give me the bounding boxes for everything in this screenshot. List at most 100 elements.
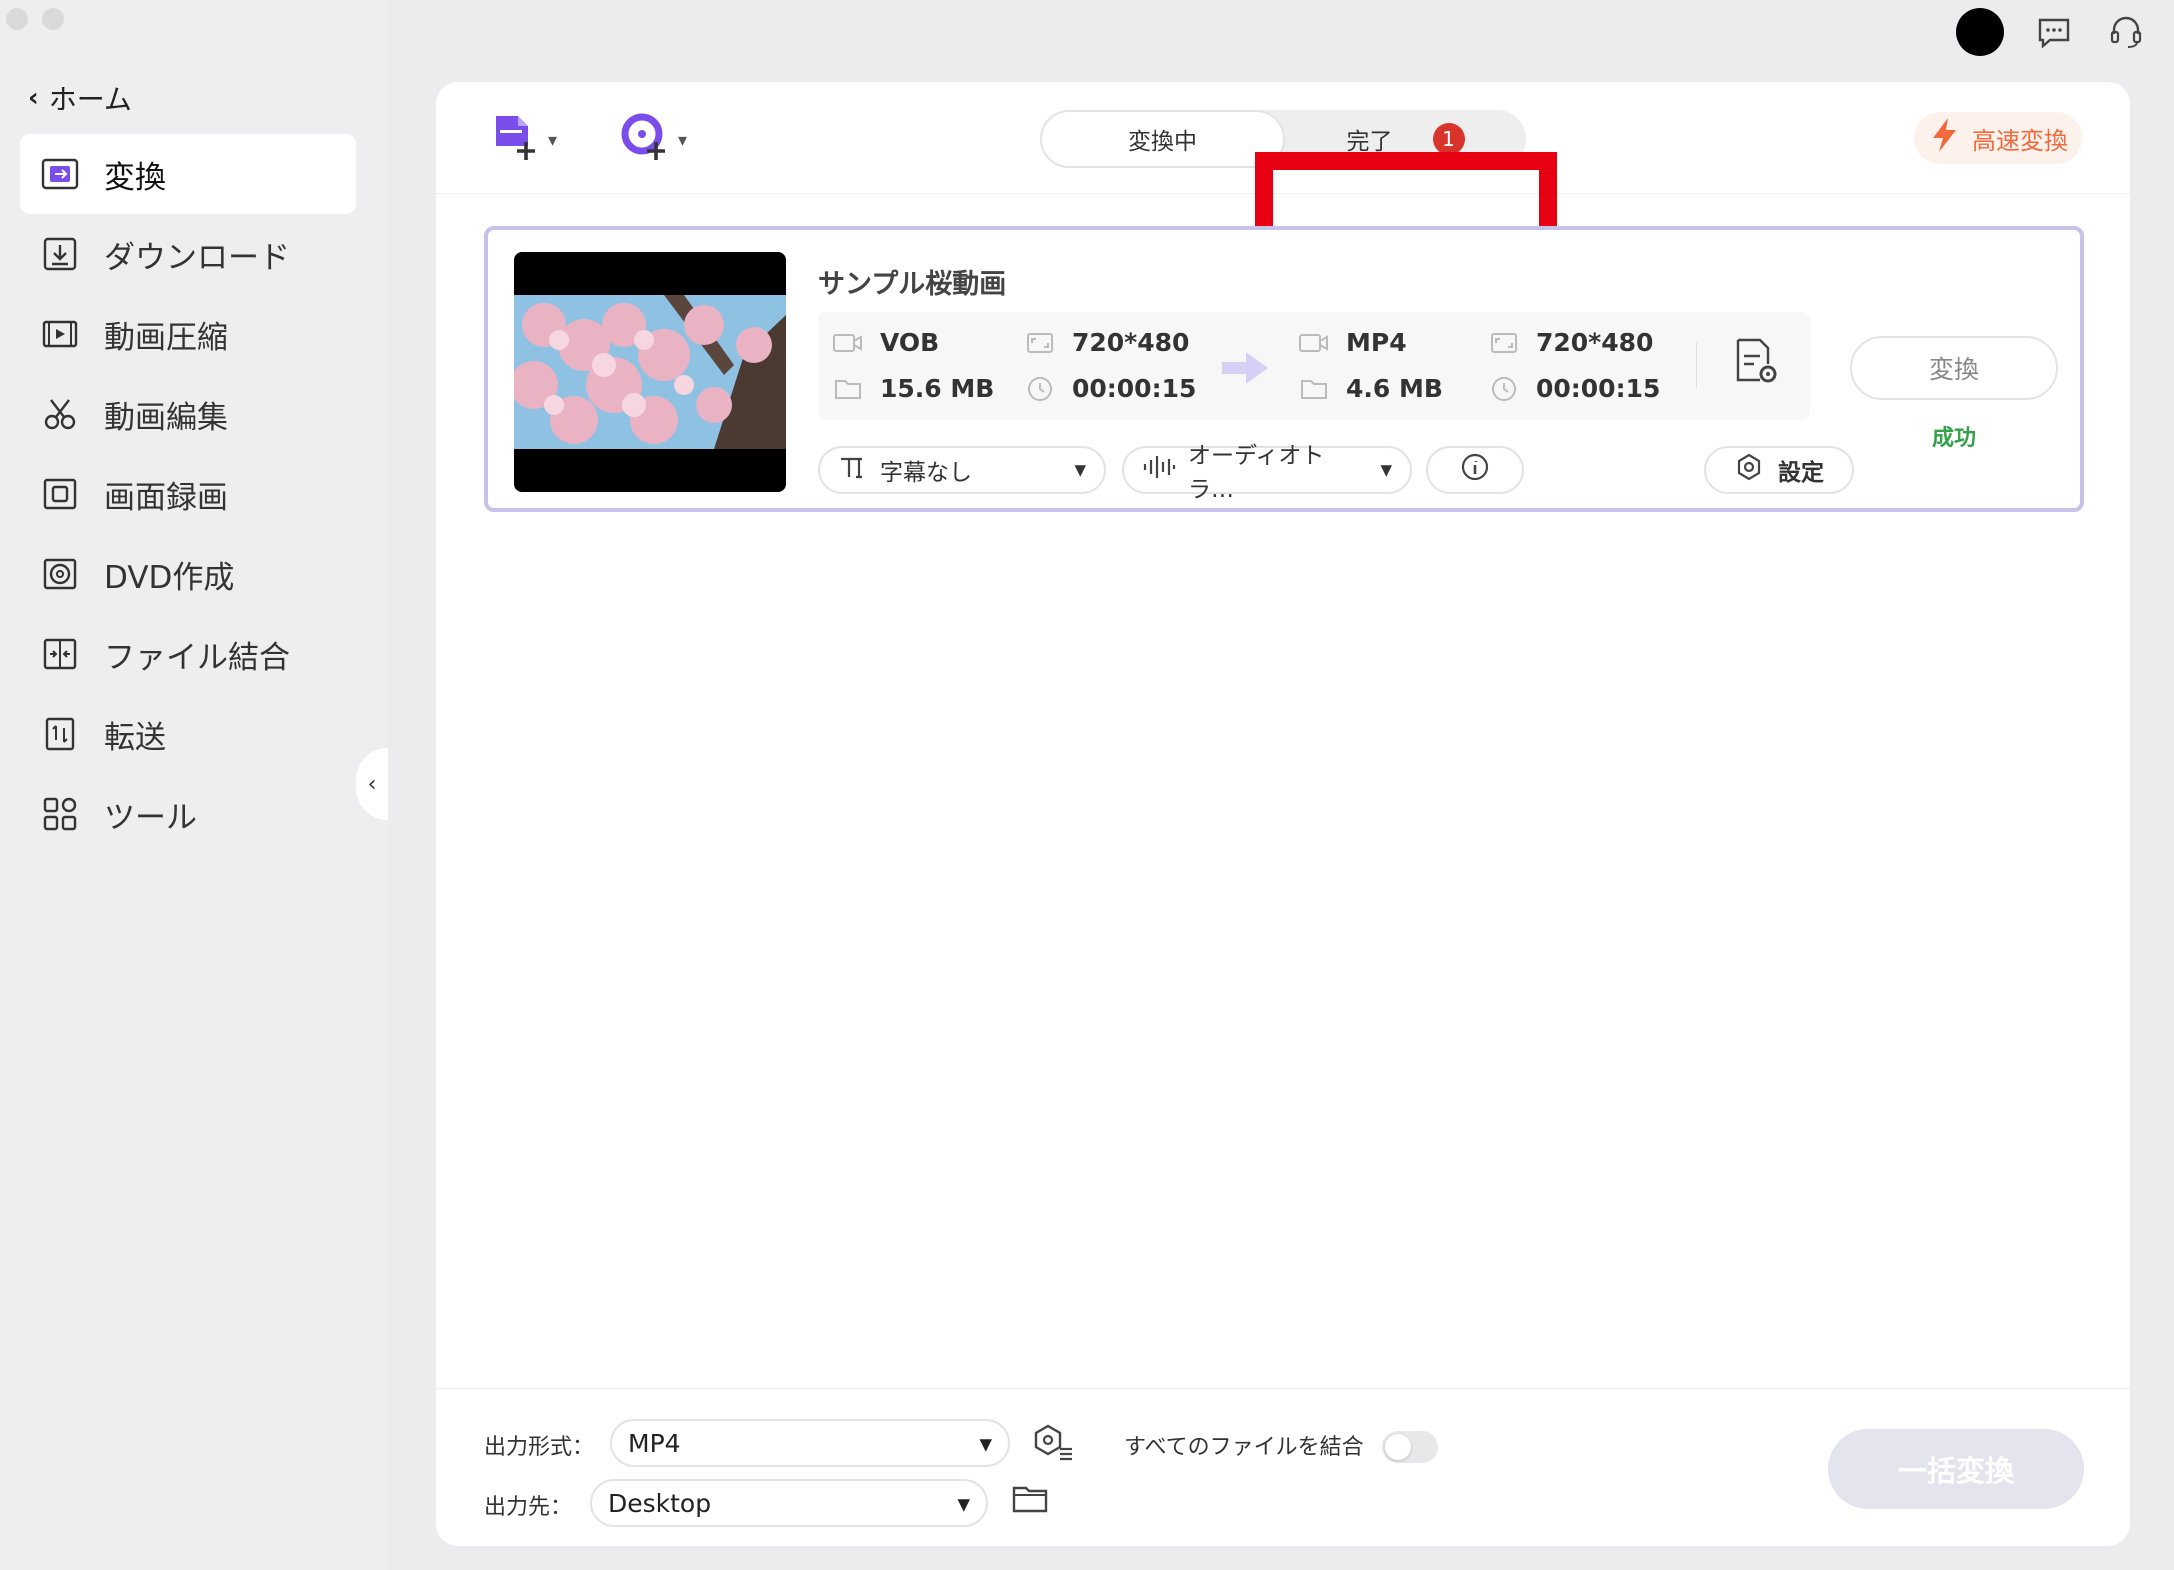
output-destination-select[interactable]: Desktop ▾ (590, 1479, 988, 1527)
sidebar-item-label: 変換 (104, 159, 166, 196)
source-duration: 00:00:15 (1024, 374, 1196, 403)
audio-track-value: オーディオトラ… (1188, 443, 1325, 503)
sidebar-item-label: ツール (104, 799, 197, 836)
sidebar-item-edit[interactable]: 動画編集 (20, 374, 356, 454)
target-size: 4.6 MB (1298, 374, 1443, 403)
batch-convert-button[interactable]: 一括変換 (1828, 1429, 2084, 1509)
transfer-icon (40, 714, 80, 754)
video-thumbnail[interactable] (514, 252, 786, 492)
main-panel: ▾ ▾ 変換中 完了 1 高速変換 サンプル桜動画 VOB 720*480 15… (436, 82, 2130, 1546)
chevron-left-icon: ‹ (367, 771, 377, 797)
convert-label: 変換 (1928, 355, 1979, 384)
sidebar: ‹ ホーム 変換 ダウンロード 動画圧縮 動画編集 画面録画 DVD作成 ファイ… (0, 0, 388, 1570)
sidebar-item-label: 転送 (104, 719, 166, 756)
subtitle-value: 字幕なし (880, 460, 972, 486)
source-size: 15.6 MB (832, 374, 994, 403)
video-icon (1298, 329, 1330, 357)
divider (1696, 342, 1697, 388)
sidebar-item-label: ファイル結合 (104, 639, 290, 676)
sidebar-item-label: 動画圧縮 (104, 319, 228, 356)
target-duration: 00:00:15 (1488, 374, 1660, 403)
screen-record-icon (40, 474, 80, 514)
sidebar-item-transfer[interactable]: 転送 (20, 694, 356, 774)
folder-icon (832, 375, 864, 403)
avatar[interactable] (1956, 8, 2004, 56)
target-resolution: 720*480 (1488, 328, 1653, 357)
cherry-blossom-image (514, 295, 786, 449)
dvd-icon (40, 554, 80, 594)
back-home-label: ホーム (48, 83, 132, 116)
video-icon (832, 329, 864, 357)
file-settings-icon[interactable] (1732, 336, 1780, 392)
info-button[interactable] (1426, 446, 1524, 494)
sidebar-collapse-button[interactable]: ‹ (356, 748, 388, 820)
sidebar-item-label: ダウンロード (104, 239, 290, 276)
status-badge: 成功 (1931, 426, 1976, 451)
resolution-icon (1024, 329, 1056, 357)
sidebar-nav: 変換 ダウンロード 動画圧縮 動画編集 画面録画 DVD作成 ファイル結合 転送… (20, 134, 356, 854)
download-icon (40, 234, 80, 274)
count-badge: 1 (1432, 123, 1465, 155)
audio-wave-icon (1142, 454, 1176, 486)
settings-label: 設定 (1778, 460, 1824, 486)
output-format-value: MP4 (628, 1428, 681, 1458)
output-format-select[interactable]: MP4 ▾ (610, 1419, 1010, 1467)
chevron-down-icon: ▾ (678, 129, 688, 151)
chevron-down-icon: ▾ (1074, 457, 1086, 483)
format-settings-icon[interactable] (1032, 1423, 1076, 1467)
file-title: サンプル桜動画 (818, 269, 1007, 300)
feedback-icon[interactable] (2032, 10, 2076, 54)
output-format-label: 出力形式： (484, 1435, 595, 1460)
chevron-down-icon: ▾ (548, 129, 558, 151)
file-info: VOB 720*480 15.6 MB 00:00:15 MP4 720*480… (818, 312, 1810, 420)
sidebar-item-label: DVD作成 (104, 559, 235, 596)
sidebar-item-download[interactable]: ダウンロード (20, 214, 356, 294)
sidebar-item-merge[interactable]: ファイル結合 (20, 614, 356, 694)
clock-icon (1024, 375, 1056, 403)
sidebar-item-convert[interactable]: 変換 (20, 134, 356, 214)
sidebar-item-dvd[interactable]: DVD作成 (20, 534, 356, 614)
tab-converting[interactable]: 変換中 (1040, 110, 1285, 168)
folder-icon (1298, 375, 1330, 403)
add-from-device-button[interactable]: ▾ (620, 112, 687, 168)
merge-files-toggle[interactable] (1382, 1431, 1438, 1463)
convert-button[interactable]: 変換 (1850, 336, 2058, 400)
folder-open-icon[interactable] (1012, 1483, 1048, 1519)
close-window-button[interactable] (6, 8, 28, 30)
lightning-icon (1928, 116, 1962, 160)
chevron-down-icon: ▾ (957, 1488, 970, 1518)
compress-icon (40, 314, 80, 354)
settings-button[interactable]: 設定 (1704, 446, 1854, 494)
sidebar-item-compress[interactable]: 動画圧縮 (20, 294, 356, 374)
chevron-down-icon: ▾ (1380, 457, 1392, 483)
minimize-window-button[interactable] (42, 8, 64, 30)
text-icon (838, 454, 866, 486)
output-destination-value: Desktop (608, 1488, 712, 1518)
tools-icon (40, 794, 80, 834)
file-card: サンプル桜動画 VOB 720*480 15.6 MB 00:00:15 MP4… (484, 226, 2084, 512)
fast-convert-button[interactable]: 高速変換 (1914, 112, 2082, 164)
add-file-icon (490, 112, 540, 168)
resolution-icon (1488, 329, 1520, 357)
sidebar-item-label: 動画編集 (104, 399, 228, 436)
convert-icon (40, 154, 80, 194)
back-home-link[interactable]: ‹ ホーム (28, 78, 132, 118)
info-icon (1460, 452, 1490, 488)
merge-icon (40, 634, 80, 674)
subtitle-select[interactable]: 字幕なし ▾ (818, 446, 1106, 494)
chevron-left-icon: ‹ (28, 83, 39, 113)
audio-track-select[interactable]: オーディオトラ… ▾ (1122, 443, 1412, 503)
sidebar-item-record[interactable]: 画面録画 (20, 454, 356, 534)
batch-convert-label: 一括変換 (1897, 1454, 2014, 1488)
merge-files-label: すべてのファイルを結合 (1124, 1435, 1364, 1460)
output-destination-label: 出力先： (484, 1495, 573, 1520)
add-file-button[interactable]: ▾ (490, 112, 557, 168)
sidebar-item-tools[interactable]: ツール (20, 774, 356, 854)
top-right-actions (1956, 8, 2148, 56)
target-format: MP4 (1298, 328, 1407, 357)
window-controls (6, 8, 64, 30)
clock-icon (1488, 375, 1520, 403)
chevron-down-icon: ▾ (979, 1428, 992, 1458)
scissors-icon (40, 394, 80, 434)
support-headset-icon[interactable] (2104, 10, 2148, 54)
